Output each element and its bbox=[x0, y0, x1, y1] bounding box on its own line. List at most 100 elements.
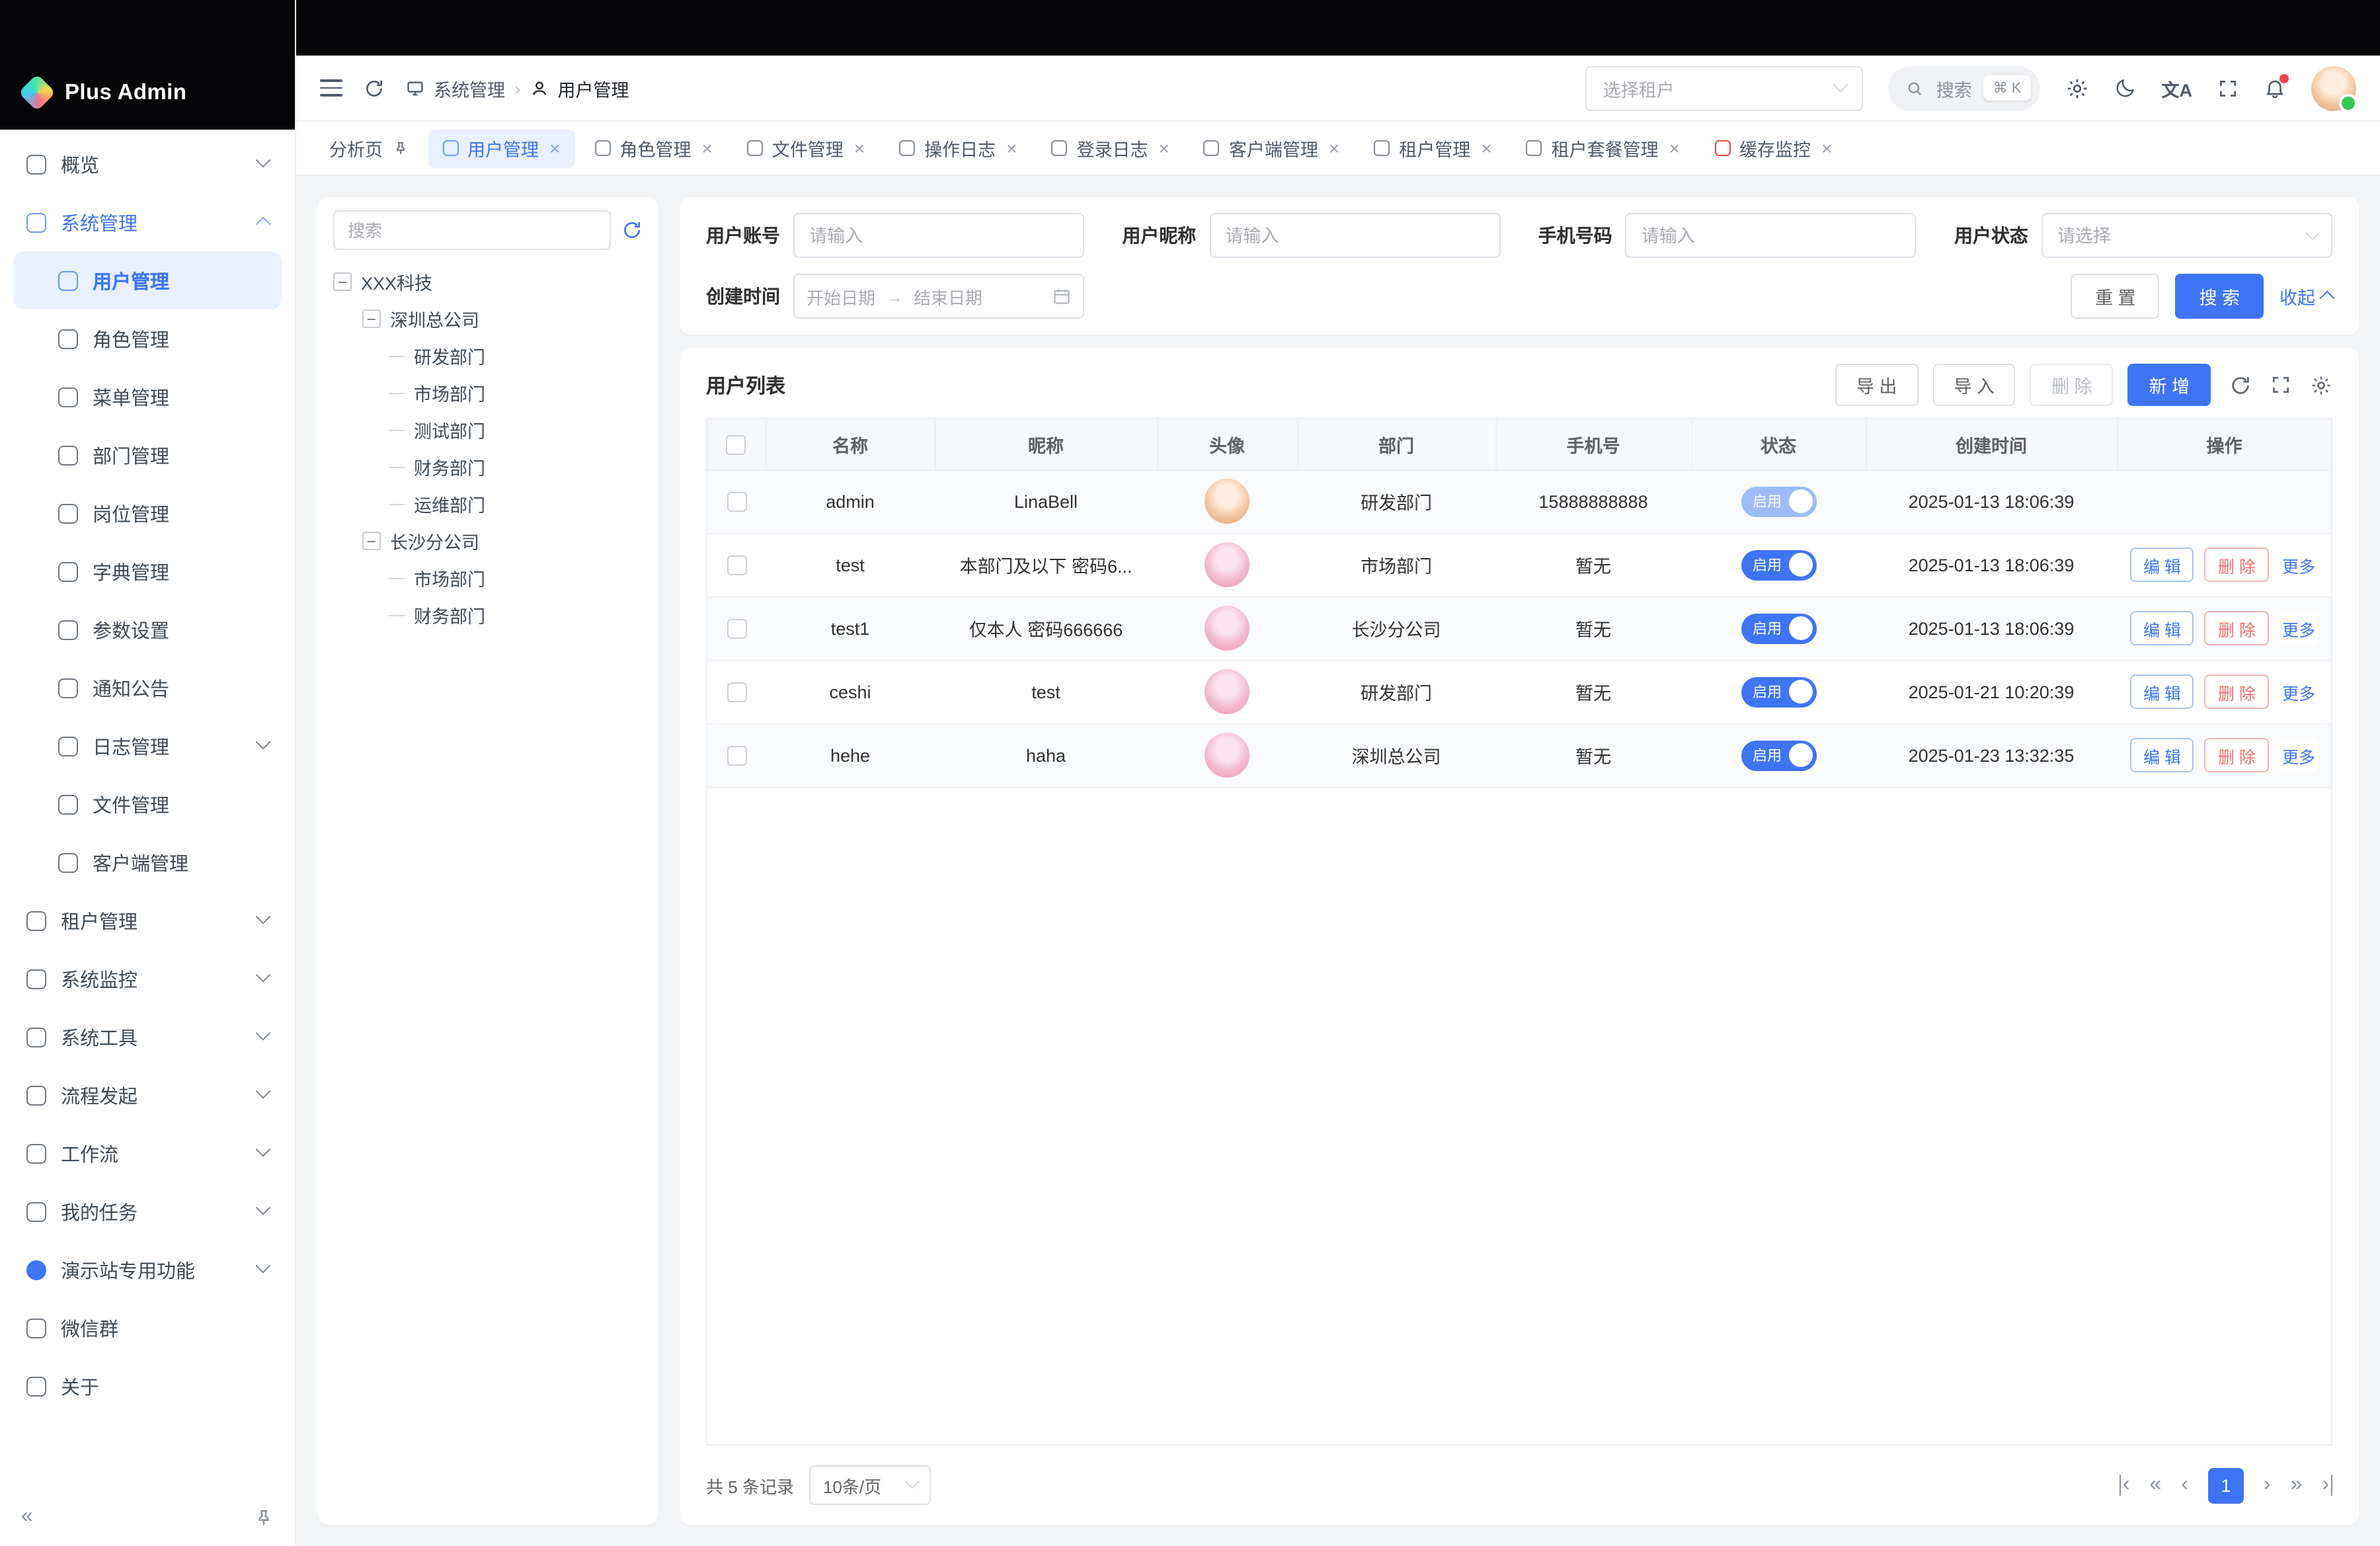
delete-button[interactable]: 删 除 bbox=[2030, 364, 2114, 406]
last-page-icon[interactable]: › bbox=[2322, 1475, 2332, 1496]
sidebar-item[interactable]: 系统监控 bbox=[13, 950, 282, 1008]
sidebar-pin-icon[interactable] bbox=[254, 1507, 274, 1527]
more-button[interactable]: 更多 bbox=[2280, 548, 2318, 582]
status-toggle[interactable]: 启用 bbox=[1741, 486, 1816, 516]
sidebar-item[interactable]: 用户管理 bbox=[13, 251, 282, 309]
sidebar-item[interactable]: 岗位管理 bbox=[13, 484, 282, 542]
tree-node[interactable]: 深圳总公司 bbox=[333, 300, 643, 337]
sidebar-item[interactable]: 字典管理 bbox=[13, 542, 282, 600]
page-tab[interactable]: 登录日志 × bbox=[1037, 129, 1184, 167]
page-tab[interactable]: 租户套餐管理 × bbox=[1512, 129, 1694, 167]
tree-node[interactable]: 市场部门 bbox=[333, 374, 643, 411]
next-page-icon[interactable]: › bbox=[2264, 1475, 2271, 1496]
status-toggle[interactable]: 启用 bbox=[1741, 549, 1816, 580]
tree-node[interactable]: 运维部门 bbox=[333, 485, 643, 522]
status-select-input[interactable] bbox=[2042, 213, 2332, 258]
sidebar-item[interactable]: 工作流 bbox=[13, 1124, 282, 1182]
more-button[interactable]: 更多 bbox=[2280, 674, 2318, 709]
sidebar-item[interactable]: 租户管理 bbox=[13, 891, 282, 950]
page-tab[interactable]: 客户端管理 × bbox=[1189, 129, 1354, 167]
sidebar-item[interactable]: 参数设置 bbox=[13, 600, 282, 659]
export-button[interactable]: 导 出 bbox=[1835, 364, 1919, 406]
sidebar-item[interactable]: 部门管理 bbox=[13, 426, 282, 484]
table-refresh-icon[interactable] bbox=[2229, 374, 2252, 396]
sidebar-item[interactable]: 我的任务 bbox=[13, 1182, 282, 1241]
status-toggle[interactable]: 启用 bbox=[1741, 613, 1816, 643]
dark-mode-moon-icon[interactable] bbox=[2114, 77, 2137, 99]
page-tab[interactable]: 角色管理 × bbox=[580, 129, 727, 167]
delete-row-button[interactable]: 删 除 bbox=[2205, 611, 2269, 645]
prev-page-icon[interactable]: ‹ bbox=[2181, 1475, 2188, 1496]
current-page[interactable]: 1 bbox=[2208, 1467, 2244, 1503]
first-page-icon[interactable]: ‹ bbox=[2120, 1475, 2130, 1496]
tenant-select[interactable]: 选择租户 bbox=[1586, 65, 1864, 110]
breadcrumb-root[interactable]: 系统管理 bbox=[434, 75, 505, 101]
sidebar-item[interactable]: 角色管理 bbox=[13, 309, 282, 368]
edit-button[interactable]: 编 辑 bbox=[2130, 738, 2194, 772]
tab-close-icon[interactable]: × bbox=[1006, 139, 1017, 157]
edit-button[interactable]: 编 辑 bbox=[2130, 611, 2194, 645]
row-checkbox[interactable] bbox=[727, 492, 746, 512]
page-tab[interactable]: 分析页 bbox=[315, 129, 422, 167]
table-fullscreen-icon[interactable] bbox=[2270, 374, 2291, 395]
tree-node[interactable]: 测试部门 bbox=[333, 411, 643, 448]
refresh-icon[interactable] bbox=[364, 77, 385, 99]
status-select[interactable] bbox=[2042, 213, 2332, 258]
search-button[interactable]: 搜 索 bbox=[2175, 274, 2264, 319]
tab-close-icon[interactable]: × bbox=[549, 139, 560, 157]
next-group-icon[interactable]: » bbox=[2291, 1475, 2303, 1496]
select-all-checkbox[interactable] bbox=[727, 434, 746, 454]
row-checkbox[interactable] bbox=[727, 555, 746, 575]
settings-gear-icon[interactable] bbox=[2065, 76, 2089, 100]
sidebar-item[interactable]: 日志管理 bbox=[13, 717, 282, 775]
tree-node[interactable]: 长沙分公司 bbox=[333, 522, 643, 559]
account-input[interactable] bbox=[793, 213, 1084, 258]
edit-button[interactable]: 编 辑 bbox=[2130, 548, 2194, 582]
fullscreen-icon[interactable] bbox=[2217, 77, 2239, 99]
page-size-select[interactable]: 10条/页 bbox=[810, 1465, 932, 1505]
page-tab[interactable]: 缓存监控 × bbox=[1700, 129, 1846, 167]
tree-node[interactable]: 财务部门 bbox=[333, 596, 643, 633]
collapse-filters-link[interactable]: 收起 bbox=[2280, 283, 2332, 309]
add-button[interactable]: 新 增 bbox=[2127, 364, 2211, 406]
notification-bell-icon[interactable] bbox=[2264, 77, 2286, 99]
tree-expand-icon[interactable] bbox=[362, 532, 381, 550]
sidebar-item[interactable]: 系统管理 bbox=[13, 193, 282, 251]
sidebar-item[interactable]: 系统工具 bbox=[13, 1008, 282, 1066]
tree-node[interactable]: 市场部门 bbox=[333, 559, 643, 596]
tab-close-icon[interactable]: × bbox=[1669, 139, 1680, 157]
tree-expand-icon[interactable] bbox=[333, 272, 352, 291]
global-search[interactable]: 搜索 ⌘ K bbox=[1889, 65, 2040, 110]
page-tab[interactable]: 租户管理 × bbox=[1359, 129, 1506, 167]
tab-close-icon[interactable]: × bbox=[1329, 139, 1339, 157]
sidebar-collapse-icon[interactable]: « bbox=[21, 1506, 33, 1527]
delete-row-button[interactable]: 删 除 bbox=[2205, 674, 2269, 709]
tree-search-input[interactable] bbox=[333, 210, 611, 250]
row-checkbox[interactable] bbox=[727, 746, 746, 766]
tab-close-icon[interactable]: × bbox=[1159, 139, 1170, 157]
delete-row-button[interactable]: 删 除 bbox=[2205, 548, 2269, 582]
tree-refresh-icon[interactable] bbox=[621, 220, 643, 241]
app-logo[interactable]: Plus Admin bbox=[0, 0, 295, 130]
user-avatar[interactable] bbox=[2311, 65, 2356, 110]
sidebar-item[interactable]: 客户端管理 bbox=[13, 833, 282, 891]
tree-node[interactable]: 财务部门 bbox=[333, 448, 643, 485]
tab-close-icon[interactable]: × bbox=[1481, 139, 1491, 157]
language-icon[interactable]: 文A bbox=[2162, 75, 2193, 101]
page-tab[interactable]: 用户管理 × bbox=[428, 129, 575, 167]
tab-close-icon[interactable]: × bbox=[1821, 139, 1832, 157]
sidebar-item[interactable]: 文件管理 bbox=[13, 775, 282, 833]
pin-icon[interactable] bbox=[392, 140, 408, 156]
phone-input[interactable] bbox=[1626, 213, 1917, 258]
more-button[interactable]: 更多 bbox=[2280, 738, 2318, 772]
sidebar-item[interactable]: 演示站专用功能 bbox=[13, 1241, 282, 1299]
page-tab[interactable]: 文件管理 × bbox=[733, 129, 879, 167]
row-checkbox[interactable] bbox=[727, 619, 746, 639]
tree-expand-icon[interactable] bbox=[362, 309, 381, 328]
tree-node[interactable]: 研发部门 bbox=[333, 337, 643, 374]
sidebar-item[interactable]: 流程发起 bbox=[13, 1066, 282, 1124]
prev-group-icon[interactable]: « bbox=[2149, 1475, 2161, 1496]
page-tab[interactable]: 操作日志 × bbox=[885, 129, 1031, 167]
import-button[interactable]: 导 入 bbox=[1932, 364, 2016, 406]
sidebar-item[interactable]: 微信群 bbox=[13, 1299, 282, 1357]
